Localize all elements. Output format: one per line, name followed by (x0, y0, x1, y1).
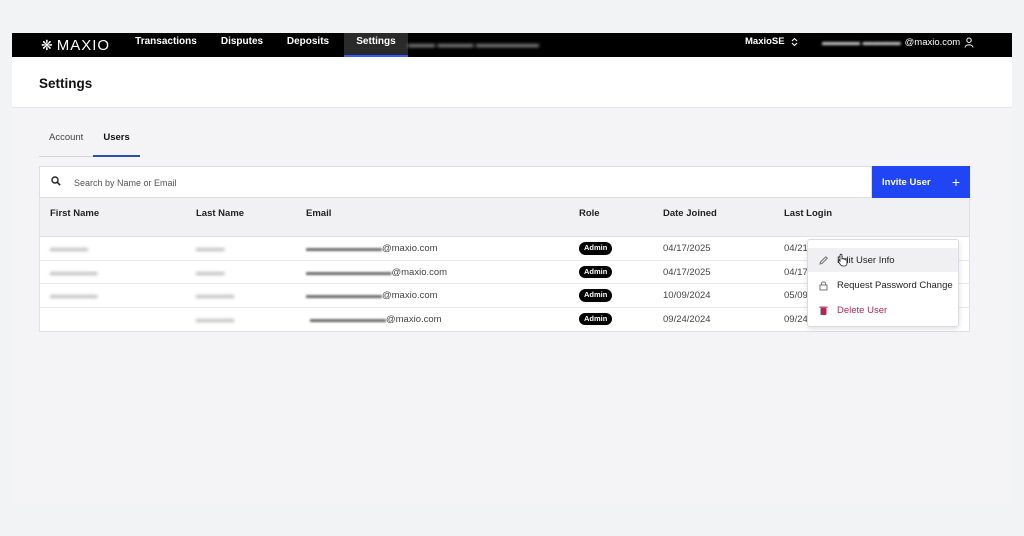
chevron-updown-icon (791, 37, 797, 46)
last-login-cell: 05/09 (784, 290, 808, 301)
menu-item-request-password-change[interactable]: Request Password Change (808, 273, 958, 297)
nav-deposits[interactable]: Deposits (280, 33, 336, 57)
page-title: Settings (39, 76, 93, 91)
first-name-redacted: ▬▬▬▬▬ (50, 290, 98, 301)
date-joined-cell: 04/17/2025 (663, 243, 711, 254)
date-joined-cell: 04/17/2025 (663, 266, 711, 278)
email-cell: ▬▬▬▬▬▬▬▬▬@maxio.com (306, 266, 448, 278)
brand-logo[interactable]: ❋ MAXIO (41, 35, 110, 55)
last-name-redacted: ▬▬▬ (196, 243, 225, 254)
lock-icon (819, 281, 828, 290)
role-badge: Admin (579, 312, 613, 326)
top-nav: ❋ MAXIO Transactions Disputes Deposits S… (12, 33, 1012, 57)
column-header-last-login[interactable]: Last Login (784, 208, 832, 219)
last-login-cell: 04/21 (784, 243, 808, 254)
nav-transactions[interactable]: Transactions (130, 33, 202, 57)
table-header: First Name Last Name Email Role Date Joi… (40, 198, 969, 237)
column-header-first-name[interactable]: First Name (50, 208, 99, 219)
last-name-redacted: ▬▬▬▬ (196, 313, 234, 325)
nav-redacted-text: ▬▬▬ ▬▬▬▬ ▬▬▬▬▬▬▬ (408, 39, 540, 49)
role-badge: Admin (579, 289, 613, 302)
trash-icon (819, 306, 828, 315)
account-name-redacted: ▬▬▬▬ ▬▬▬▬ (822, 37, 901, 48)
last-login-cell: 09/24 (784, 313, 808, 325)
last-name-redacted: ▬▬▬▬ (196, 290, 234, 301)
tab-account[interactable]: Account (39, 129, 94, 157)
last-name-redacted: ▬▬▬ (196, 266, 225, 278)
page-header: Settings (12, 57, 1012, 108)
row-actions-menu: Edit User Info Request Password Change D… (807, 239, 959, 327)
role-badge: Admin (579, 242, 613, 255)
account-menu[interactable]: ▬▬▬▬ ▬▬▬▬ @maxio.com (822, 37, 974, 48)
org-switcher[interactable]: MaxioSE (745, 36, 798, 47)
tab-users[interactable]: Users (93, 129, 140, 157)
nav-settings[interactable]: Settings (344, 33, 408, 57)
org-label: MaxioSE (745, 36, 785, 47)
nav-disputes[interactable]: Disputes (212, 33, 272, 57)
search-bar (39, 166, 872, 198)
user-icon (964, 37, 974, 48)
search-input[interactable] (74, 174, 854, 192)
invite-user-button[interactable]: Invite User + (872, 166, 970, 198)
column-header-date-joined[interactable]: Date Joined (663, 208, 717, 219)
menu-item-delete-user[interactable]: Delete User (808, 298, 958, 322)
account-email: @maxio.com (904, 37, 961, 48)
first-name-redacted: ▬▬▬▬▬ (50, 266, 98, 278)
first-name-redacted: ▬▬▬▬ (50, 243, 88, 254)
date-joined-cell: 10/09/2024 (663, 290, 711, 301)
invite-user-label: Invite User (882, 176, 931, 188)
role-badge: Admin (579, 265, 613, 279)
snowflake-logo-icon: ❋ (41, 37, 53, 53)
settings-tabs: Account Users (39, 129, 140, 157)
email-cell: ▬▬▬▬▬▬▬▬@maxio.com (306, 290, 438, 301)
column-header-last-name[interactable]: Last Name (196, 208, 244, 219)
brand-name: MAXIO (56, 36, 111, 54)
email-cell: ▬▬▬▬▬▬▬▬@maxio.com (306, 243, 438, 254)
pencil-icon (819, 255, 828, 265)
hand-cursor-icon (837, 253, 848, 267)
app-window: ❋ MAXIO Transactions Disputes Deposits S… (12, 33, 1012, 503)
menu-item-label: Request Password Change (837, 279, 953, 291)
menu-item-label: Delete User (837, 304, 888, 316)
column-header-email[interactable]: Email (306, 208, 331, 219)
email-cell: ▬▬▬▬▬▬▬▬@maxio.com (310, 313, 442, 325)
search-icon (51, 176, 61, 186)
plus-icon: + (951, 174, 960, 190)
last-login-cell: 04/17 (784, 266, 808, 278)
date-joined-cell: 09/24/2024 (663, 313, 711, 325)
menu-item-edit-user-info[interactable]: Edit User Info (808, 248, 958, 272)
column-header-role[interactable]: Role (579, 208, 600, 219)
